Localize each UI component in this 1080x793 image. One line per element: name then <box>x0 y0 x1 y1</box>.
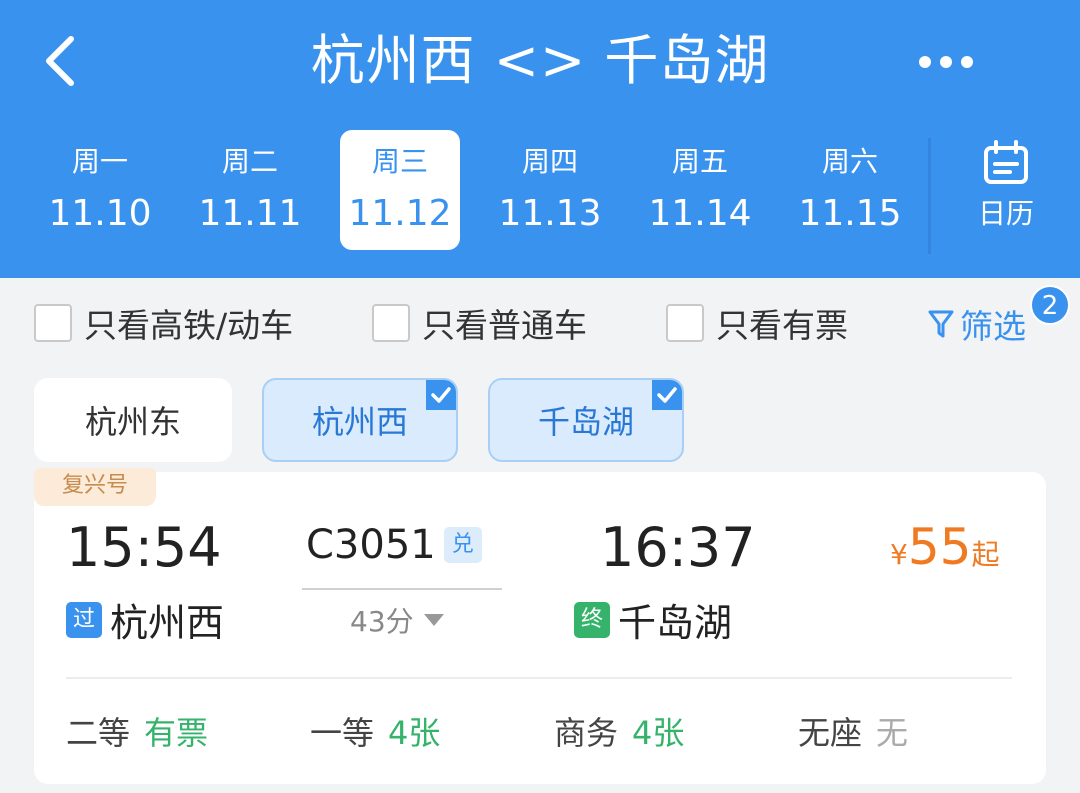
chevron-left-icon <box>46 36 74 86</box>
day-tab-1[interactable]: 周一 11.10 <box>40 130 160 250</box>
day-weekday: 周一 <box>71 145 128 178</box>
day-weekday: 周六 <box>821 145 878 178</box>
screen-button[interactable]: 筛选 <box>928 296 1026 352</box>
station-chip-label: 千岛湖 <box>537 403 634 441</box>
day-date: 11.15 <box>798 193 902 234</box>
seat-standing: 无座 无 <box>798 708 908 754</box>
terminal-mark: 终 <box>574 601 610 638</box>
price-currency: ¥ <box>890 538 908 571</box>
check-icon <box>426 380 456 410</box>
seat-second-class: 二等 有票 <box>66 708 208 754</box>
checkbox-box <box>34 304 72 342</box>
day-tab-5[interactable]: 周五 11.14 <box>640 130 760 250</box>
page-title: 杭州西 <> 千岛湖 <box>310 29 770 92</box>
day-tab-6[interactable]: 周六 11.15 <box>790 130 910 250</box>
day-tab-4[interactable]: 周四 11.13 <box>490 130 610 250</box>
train-number[interactable]: C3051 兑 <box>306 522 482 568</box>
date-selector: 周一 11.10 周二 11.11 周三 11.12 周四 11.13 周五 1… <box>26 130 906 252</box>
arrive-station: 终 千岛湖 <box>574 592 732 647</box>
day-date: 11.11 <box>198 193 302 234</box>
price: ¥ 55 起 <box>890 518 999 576</box>
day-date: 11.14 <box>648 193 752 234</box>
duration-label: 43分 <box>350 605 414 638</box>
station-chip-label: 杭州西 <box>311 403 408 441</box>
day-weekday: 周二 <box>221 145 278 178</box>
checkbox-box <box>666 304 704 342</box>
price-suffix: 起 <box>971 538 1000 571</box>
seat-business-class: 商务 4张 <box>554 708 684 754</box>
filter-high-speed-checkbox[interactable]: 只看高铁/动车 <box>34 300 293 346</box>
day-weekday: 周五 <box>671 145 728 178</box>
seat-status: 4张 <box>388 714 441 752</box>
station-chip-qiandaohu[interactable]: 千岛湖 <box>488 378 684 462</box>
arrive-station-name: 千岛湖 <box>618 601 733 645</box>
train-type-tag: 复兴号 <box>34 468 156 506</box>
check-icon <box>652 380 682 410</box>
route-line <box>302 588 502 590</box>
station-chip-hangzhou-east[interactable]: 杭州东 <box>34 378 232 462</box>
seat-status: 4张 <box>632 714 685 752</box>
depart-station-name: 杭州西 <box>110 601 225 645</box>
seat-status: 无 <box>876 714 909 752</box>
caret-down-icon <box>423 614 444 626</box>
checkbox-box <box>372 304 410 342</box>
seat-class: 无座 <box>798 714 863 752</box>
depart-time: 15:54 <box>66 516 222 579</box>
day-date: 11.13 <box>498 193 602 234</box>
train-number-label: C3051 <box>306 522 436 568</box>
redeem-mark: 兑 <box>443 527 482 563</box>
price-value: 55 <box>907 518 972 576</box>
filter-label: 只看高铁/动车 <box>84 306 294 345</box>
filter-normal-checkbox[interactable]: 只看普通车 <box>372 300 587 346</box>
day-date: 11.10 <box>48 193 152 234</box>
filter-count-badge: 2 <box>1030 285 1070 325</box>
calendar-button[interactable]: 日历 <box>960 140 1052 240</box>
station-chip-hangzhou-west[interactable]: 杭州西 <box>262 378 458 462</box>
filter-available-checkbox[interactable]: 只看有票 <box>666 300 848 346</box>
seat-class: 商务 <box>554 714 619 752</box>
pass-mark: 过 <box>66 601 102 638</box>
day-tab-2[interactable]: 周二 11.11 <box>190 130 310 250</box>
funnel-icon <box>928 310 954 338</box>
screen-label: 筛选 <box>960 307 1026 346</box>
filter-label: 只看普通车 <box>422 306 587 345</box>
filter-row: 只看高铁/动车 只看普通车 只看有票 <box>0 278 1080 364</box>
seat-status: 有票 <box>144 714 209 752</box>
seat-first-class: 一等 4张 <box>310 708 440 754</box>
seat-class: 一等 <box>310 714 375 752</box>
header-bar: 杭州西 <> 千岛湖 周一 11.10 周二 11.11 周三 11.12 周四… <box>0 0 1080 278</box>
more-dots-icon <box>919 56 973 68</box>
seat-class: 二等 <box>66 714 131 752</box>
day-date: 11.12 <box>348 193 452 234</box>
station-chip-label: 杭州东 <box>84 403 181 441</box>
card-divider <box>66 677 1012 679</box>
calendar-icon <box>984 140 1028 184</box>
day-tab-3-selected[interactable]: 周三 11.12 <box>340 130 460 250</box>
day-divider <box>928 138 931 254</box>
filter-label: 只看有票 <box>716 306 848 345</box>
more-button[interactable] <box>906 40 986 84</box>
arrive-time: 16:37 <box>600 516 756 579</box>
calendar-label: 日历 <box>977 197 1034 230</box>
day-weekday: 周四 <box>521 145 578 178</box>
depart-station: 过 杭州西 <box>66 592 224 647</box>
back-button[interactable] <box>30 28 90 94</box>
day-weekday: 周三 <box>371 145 428 178</box>
duration-toggle[interactable]: 43分 <box>350 600 460 640</box>
